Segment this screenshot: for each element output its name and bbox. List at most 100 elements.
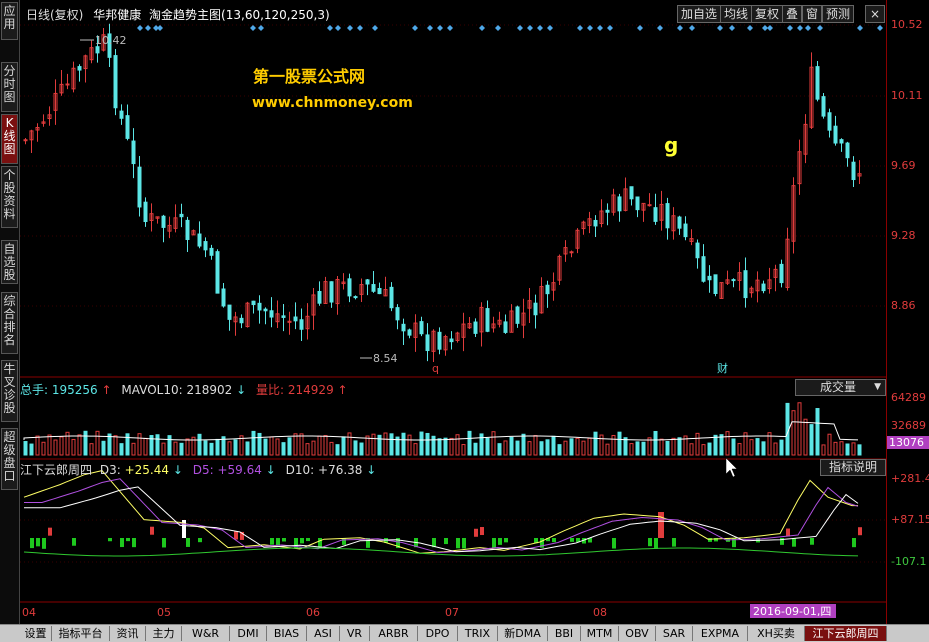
volume-dropdown-label: 成交量 — [820, 380, 857, 394]
signal-diamond-icon — [607, 25, 613, 31]
tab-jiangxia-indicator[interactable]: 江下云郎周四 — [805, 626, 887, 641]
candle-body — [683, 223, 688, 238]
volume-bar — [281, 442, 286, 456]
volume-bar — [113, 435, 118, 456]
volume-bar — [257, 432, 262, 456]
volume-bar — [167, 435, 172, 456]
watermark-site-url: www.chnmoney.com — [252, 95, 413, 111]
tab-dpo[interactable]: DPO — [418, 626, 458, 641]
tab-dmi[interactable]: DMI — [230, 626, 267, 641]
month-label-05: 05 — [157, 606, 171, 619]
candle-body — [179, 213, 184, 218]
volume-bar — [455, 434, 460, 456]
adjust-rights-button[interactable]: 复权 — [751, 5, 784, 23]
tab-bias[interactable]: BIAS — [267, 626, 307, 641]
indicator-header: 江下云郎周四 D3: +25.44 ↓ D5: +59.64 ↓ D10: +7… — [20, 461, 376, 478]
indicator-bar — [444, 538, 448, 545]
volume-indicator-dropdown[interactable]: 成交量 ▼ — [795, 379, 886, 396]
volume-bar — [59, 436, 64, 456]
sidebar-tab-intraday[interactable]: 分时图 — [1, 62, 18, 112]
tab-arbr[interactable]: ARBR — [370, 626, 418, 641]
candle-body — [827, 112, 832, 131]
chart-area[interactable]: 10.42 8.54 g q 财 第一股票公式网 www.chnmoney.co… — [20, 0, 886, 625]
tab-bbi[interactable]: BBI — [548, 626, 581, 641]
tab-expma[interactable]: EXPMA — [693, 626, 748, 641]
candle-body — [503, 321, 508, 333]
window-button[interactable]: 窗 — [802, 5, 823, 23]
volume-bar — [515, 440, 520, 456]
indicator-explain-button[interactable]: 指标说明 — [820, 459, 886, 476]
volume-bar — [305, 443, 310, 456]
candle-body — [731, 279, 736, 282]
volume-bar — [635, 441, 640, 456]
tab-sar[interactable]: SAR — [656, 626, 693, 641]
tab-wr[interactable]: W&R — [182, 626, 230, 641]
indicator-name[interactable]: 江下云郎周四 — [20, 463, 92, 477]
volume-bar — [419, 431, 424, 456]
volume-bar — [503, 440, 508, 456]
candle-body — [119, 110, 124, 119]
candle-body — [677, 216, 682, 229]
indicator-bar — [552, 538, 556, 543]
volume-bar — [311, 440, 316, 456]
mavol-arrow-icon: ↓ — [236, 383, 247, 397]
mavol-label: MAVOL10: — [121, 383, 183, 397]
close-icon[interactable]: × — [865, 5, 885, 23]
tab-mtm[interactable]: MTM — [581, 626, 619, 641]
kline-chart-svg[interactable]: 10.42 8.54 g q 财 第一股票公式网 www.chnmoney.co… — [20, 0, 886, 625]
forecast-button[interactable]: 预测 — [822, 5, 855, 23]
sidebar-tab-profile[interactable]: 个股资料 — [1, 166, 18, 228]
tab-trix[interactable]: TRIX — [458, 626, 498, 641]
tab-indicator-platform[interactable]: 指标平台 — [52, 626, 110, 641]
indicator-bar — [318, 538, 322, 548]
volume-bar — [611, 434, 616, 456]
volume-ratio-arrow-icon: ↑ — [337, 383, 348, 397]
indicator-bar — [276, 538, 280, 546]
add-watchlist-button[interactable]: 加自选 — [677, 5, 722, 23]
sidebar-tab-ranking[interactable]: 综合排名 — [1, 292, 18, 354]
volume-bar — [485, 437, 490, 456]
overlay-button[interactable]: 叠 — [782, 5, 803, 23]
volume-header: 总手: 195256 ↑ MAVOL10: 218902 ↓ 量比: 21492… — [20, 381, 348, 398]
volume-bar — [29, 443, 34, 456]
indicator-bar — [132, 538, 136, 548]
indicator-bar — [810, 538, 814, 545]
volume-bar — [413, 443, 418, 456]
tab-main-force[interactable]: 主力 — [146, 626, 182, 641]
tab-xh-trade[interactable]: XH买卖 — [748, 626, 805, 641]
tab-obv[interactable]: OBV — [619, 626, 656, 641]
tab-news[interactable]: 资讯 — [110, 626, 146, 641]
volume-bar — [443, 437, 448, 456]
candle-body — [407, 329, 412, 336]
volume-bar — [383, 432, 388, 456]
main-indicator-name[interactable]: 淘金趋势主图(13,60,120,250,3) — [149, 8, 330, 22]
tab-asi[interactable]: ASI — [307, 626, 340, 641]
signal-diamond-icon — [447, 25, 453, 31]
sidebar-tab-watchlist[interactable]: 自选股 — [1, 240, 18, 284]
month-label-04: 04 — [22, 606, 36, 619]
sidebar-tab-apps[interactable]: 应用 — [1, 2, 18, 40]
volume-bar — [89, 443, 94, 456]
candle-body — [653, 207, 658, 222]
period-label[interactable]: 日线(复权) — [26, 8, 83, 22]
volume-bar — [329, 441, 334, 456]
tab-new-dma[interactable]: 新DMA — [498, 626, 548, 641]
d3-arrow-icon: ↓ — [172, 463, 183, 477]
candle-body — [821, 96, 826, 117]
tab-vr[interactable]: VR — [340, 626, 370, 641]
candle-body — [419, 321, 424, 335]
sidebar-tab-kline[interactable]: K线图 — [1, 114, 18, 164]
volume-bar — [173, 441, 178, 456]
tab-settings[interactable]: 设置 — [20, 626, 52, 641]
moving-average-button[interactable]: 均线 — [720, 5, 753, 23]
y-axis-panel: 10.52 10.11 9.69 9.28 8.86 64289 32689 1… — [886, 0, 929, 625]
indicator-bar — [162, 538, 166, 548]
candle-body — [743, 270, 748, 299]
price-tick-1: 10.52 — [891, 18, 923, 31]
volume-bar — [533, 435, 538, 456]
finance-marker[interactable]: 财 — [717, 361, 728, 375]
volume-bar — [245, 441, 250, 456]
sidebar-tab-orderbook[interactable]: 超级盘口 — [1, 428, 18, 490]
sidebar-tab-diagnose[interactable]: 牛叉诊股 — [1, 360, 18, 422]
candle-body — [707, 275, 712, 281]
